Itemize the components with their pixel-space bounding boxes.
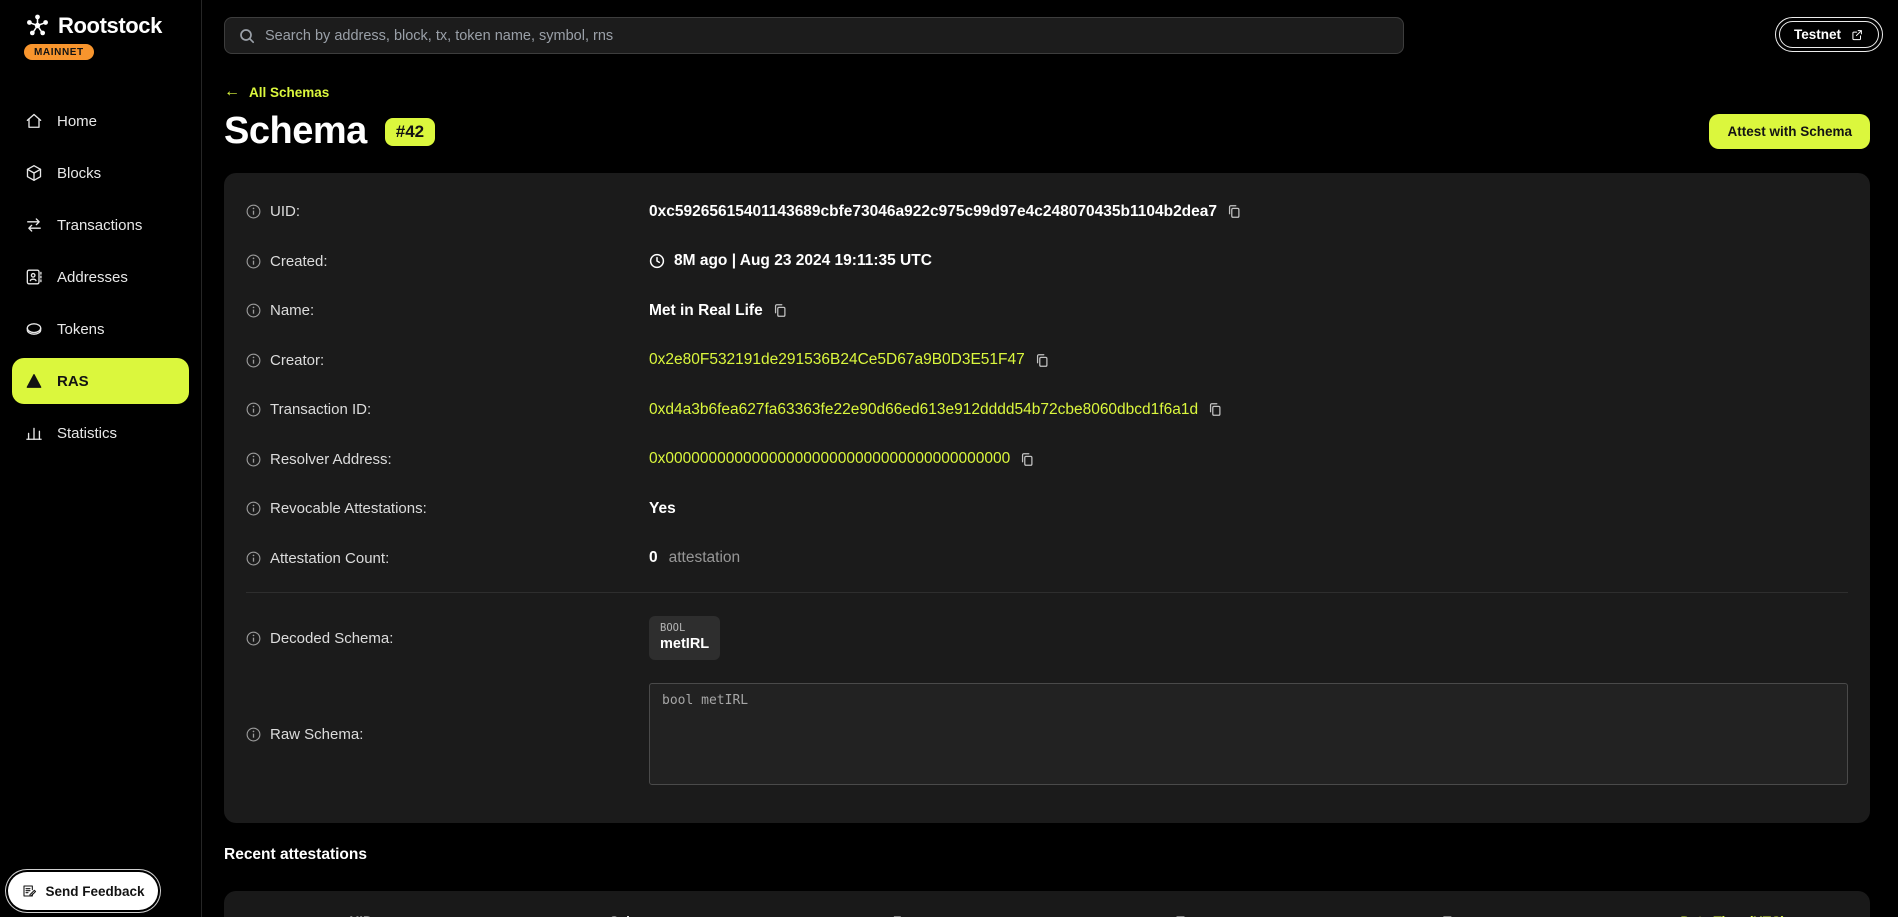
info-icon[interactable] [246,501,261,516]
creator-address-link[interactable]: 0x2e80F532191de291536B24Ce5D67a9B0D3E51F… [649,351,1025,369]
raw-schema-textarea[interactable]: bool metIRL [649,683,1848,785]
copy-icon[interactable] [772,302,788,319]
attest-with-schema-button[interactable]: Attest with Schema [1709,114,1870,149]
page-title: Schema #42 [224,110,435,153]
detail-row-raw-schema: Raw Schema: bool metIRL [246,683,1848,785]
copy-icon[interactable] [1226,203,1242,220]
sidebar-item-blocks[interactable]: Blocks [0,150,201,196]
table-header-row: UID Schema From To Type Date Time (UTC) [224,891,1870,917]
sidebar-item-transactions[interactable]: Transactions [0,202,201,248]
detail-row-transaction-id: Transaction ID: 0xd4a3b6fea627fa63363fe2… [246,385,1848,435]
info-icon[interactable] [246,551,261,566]
send-feedback-button[interactable]: Send Feedback [8,872,158,910]
copy-icon[interactable] [1207,401,1223,418]
transactions-icon [24,215,44,235]
sidebar-item-tokens[interactable]: Tokens [0,306,201,352]
sidebar-item-home[interactable]: Home [0,98,201,144]
attestation-count-unit: attestation [669,549,741,567]
created-value: 8M ago | Aug 23 2024 19:11:35 UTC [674,252,932,270]
back-link[interactable]: ← All Schemas [224,84,329,100]
raw-schema-label: Raw Schema: [270,726,363,743]
info-icon[interactable] [246,303,261,318]
decoded-schema-label: Decoded Schema: [270,630,393,647]
token-coin-icon [24,319,44,339]
detail-row-decoded-schema: Decoded Schema: BOOL metIRL [246,609,1848,667]
transaction-id-link[interactable]: 0xd4a3b6fea627fa63363fe22e90d66ed613e912… [649,401,1198,419]
network-switch-label: Testnet [1794,27,1841,42]
brand-name: Rootstock [58,13,162,39]
info-icon[interactable] [246,204,261,219]
copy-icon[interactable] [1019,451,1035,468]
recent-attestations-table: UID Schema From To Type Date Time (UTC) [224,891,1870,917]
title-row: Schema #42 Attest with Schema [224,110,1870,153]
info-icon[interactable] [246,353,261,368]
revocable-value: Yes [649,500,676,518]
main-area: Testnet ← All Schemas Schema #42 Attest … [202,0,1898,917]
topbar: Testnet [202,0,1898,54]
sidebar-item-ras[interactable]: RAS [12,358,189,404]
search-icon [239,28,255,44]
address-book-icon [24,267,44,287]
resolver-address-link[interactable]: 0x00000000000000000000000000000000000000… [649,450,1010,468]
search-box[interactable] [224,17,1404,54]
clock-icon [649,253,665,269]
detail-row-revocable: Revocable Attestations: Yes [246,484,1848,534]
cube-icon [24,163,44,183]
resolver-address-label: Resolver Address: [270,451,392,468]
attestation-count-value: 0 [649,549,658,567]
attestation-count-label: Attestation Count: [270,550,389,567]
info-icon[interactable] [246,727,261,742]
detail-row-creator: Creator: 0x2e80F532191de291536B24Ce5D67a… [246,336,1848,386]
transaction-id-label: Transaction ID: [270,401,371,418]
uid-value: 0xc59265615401143689cbfe73046a922c975c99… [649,203,1217,221]
uid-label: UID: [270,203,300,220]
sidebar-item-addresses[interactable]: Addresses [0,254,201,300]
creator-label: Creator: [270,352,324,369]
schema-page: ← All Schemas Schema #42 Attest with Sch… [202,54,1898,917]
section-divider [246,592,1848,593]
schema-field-chip: BOOL metIRL [649,616,720,660]
sidebar-nav: Home Blocks Transactions Addresses [0,98,201,456]
network-badge: MAINNET [24,44,94,60]
detail-row-resolver-address: Resolver Address: 0x00000000000000000000… [246,435,1848,485]
detail-row-attestation-count: Attestation Count: 0 attestation [246,534,1848,584]
sidebar-item-statistics[interactable]: Statistics [0,410,201,456]
feedback-memo-icon [21,883,37,899]
search-input[interactable] [265,28,1389,44]
brand-logo[interactable]: Rootstock [0,0,201,39]
back-arrow-icon: ← [224,84,240,100]
info-icon[interactable] [246,402,261,417]
info-icon[interactable] [246,254,261,269]
external-link-icon [1850,28,1864,42]
home-icon [24,111,44,131]
ras-attestation-icon [24,371,44,391]
copy-icon[interactable] [1034,352,1050,369]
network-switch-button[interactable]: Testnet [1775,17,1883,52]
schema-name-value: Met in Real Life [649,302,763,320]
revocable-label: Revocable Attestations: [270,500,427,517]
detail-row-uid: UID: 0xc59265615401143689cbfe73046a922c9… [246,187,1848,237]
field-type: BOOL [660,622,709,634]
field-name: metIRL [660,636,709,652]
recent-attestations-title: Recent attestations [224,846,1870,864]
detail-row-created: Created: 8M ago | Aug 23 2024 19:11:35 U… [246,237,1848,287]
schema-details-card: UID: 0xc59265615401143689cbfe73046a922c9… [224,173,1870,823]
sidebar: Rootstock MAINNET Home Blocks Transactio… [0,0,202,917]
info-icon[interactable] [246,631,261,646]
schema-id-badge: #42 [385,118,435,146]
detail-row-name: Name: Met in Real Life [246,286,1848,336]
statistics-bars-icon [24,423,44,443]
info-icon[interactable] [246,452,261,467]
name-label: Name: [270,302,314,319]
created-label: Created: [270,253,328,270]
rootstock-logo-icon [24,12,51,39]
